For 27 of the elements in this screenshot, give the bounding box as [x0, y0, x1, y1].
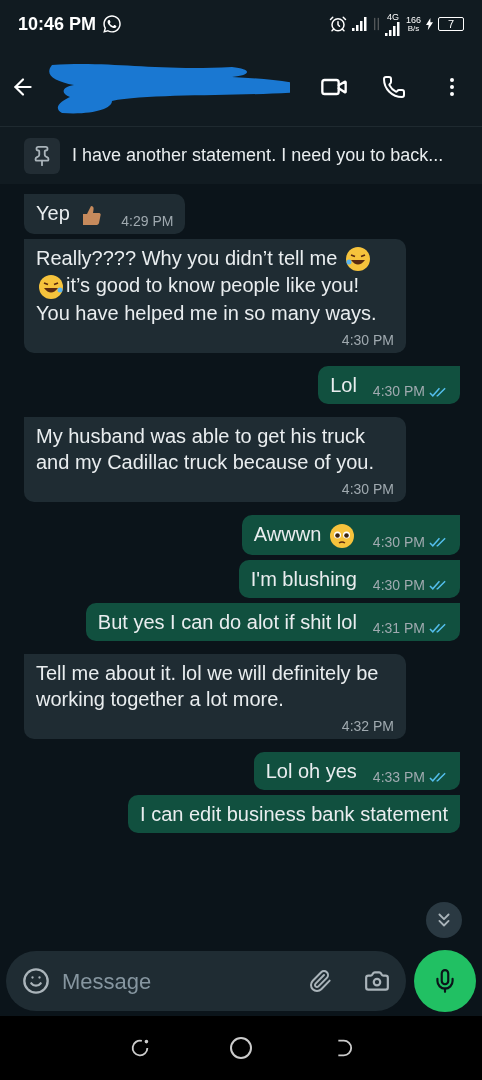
network-speed: 166 — [405, 15, 421, 25]
message-text: Yep — [36, 200, 106, 228]
network-speed-unit: B/s — [407, 24, 420, 33]
message-time: 4:32 PM — [341, 716, 394, 736]
message-time: 4:30 PM — [341, 331, 394, 351]
message-text: Lol oh yes — [265, 758, 357, 784]
message-text: But yes I can do alot if shit lol — [97, 609, 357, 635]
message-text: I can edit business bank statement — [140, 801, 448, 827]
message-text: Lol — [330, 373, 357, 399]
network-type: 4G — [386, 12, 399, 22]
message-time: 4:33 PM — [372, 767, 425, 787]
message-time: 4:31 PM — [372, 618, 425, 638]
message-text: I'm blushing — [250, 566, 357, 592]
message-input-field[interactable]: Message — [6, 951, 406, 1011]
status-time: 10:46 PM — [18, 12, 97, 36]
message-time: 4:30 PM — [341, 480, 394, 500]
message-text: Tell me about it. lol we will definitely be working together a lot more. — [36, 660, 380, 712]
pinned-message-text: I have another statement. I need you to back... — [72, 144, 444, 167]
message-time: 4:30 PM — [372, 532, 425, 552]
message-time: 4:30 PM — [372, 382, 425, 402]
battery-icon: 7 — [438, 17, 464, 31]
message-text: Awwwn — [253, 521, 357, 549]
message-time: 4:30 PM — [372, 575, 425, 595]
message-text: My husband was able to get his truck and my Cadillac truck because of you. — [36, 424, 375, 476]
message-text: Really???? Why you didn’t tell me it’s good to know people like you! You have helped me in so many ways. — [36, 245, 378, 327]
pinned-message-bar[interactable]: I have another statement. I need you to back... — [0, 126, 482, 184]
message-time: 4:29 PM — [121, 211, 174, 231]
